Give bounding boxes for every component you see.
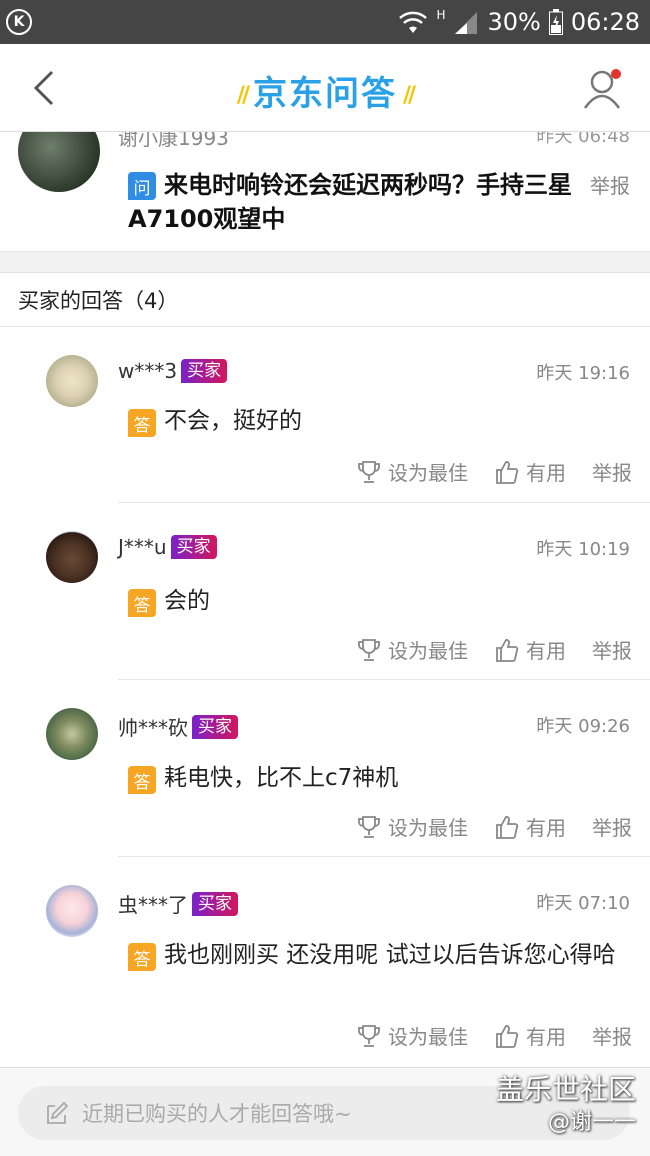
question-tag-icon: 问 xyxy=(128,172,156,200)
thumbs-up-icon xyxy=(496,1024,519,1048)
answer-user: 虫***了 买家 xyxy=(118,889,238,918)
useful-button[interactable]: 有用 xyxy=(494,457,566,486)
clock: 06:28 xyxy=(570,8,640,36)
answer-user-name: 虫***了 xyxy=(118,893,188,917)
avatar xyxy=(46,708,98,760)
buyer-badge: 买家 xyxy=(181,359,228,383)
useful-button[interactable]: 有用 xyxy=(494,635,566,664)
thumbs-up-icon xyxy=(496,638,519,662)
report-link[interactable]: 举报 xyxy=(592,457,632,486)
watermark-line1: 盖乐世社区 xyxy=(495,1073,636,1106)
answer-actions: 设为最佳 有用 举报 xyxy=(330,457,632,486)
divider xyxy=(118,679,650,680)
answer-tag-icon: 答 xyxy=(128,409,156,437)
useful-label: 有用 xyxy=(526,461,566,485)
answer-user-name: w***3 xyxy=(118,359,178,383)
answer-user: 帅***砍 买家 xyxy=(118,712,238,741)
avatar xyxy=(18,132,100,192)
answer-user-name: 帅***砍 xyxy=(118,716,188,740)
divider xyxy=(118,502,650,503)
avatar xyxy=(46,531,98,583)
buyer-badge: 买家 xyxy=(192,891,238,916)
answer-time: 昨天 07:10 xyxy=(536,893,630,914)
answer-text: 不会，挺好的 xyxy=(164,408,302,434)
thumbs-up-icon xyxy=(496,460,519,484)
logo-deco-right: // xyxy=(403,83,416,108)
answer-text: 会的 xyxy=(164,588,210,614)
useful-label: 有用 xyxy=(526,639,566,663)
answer-input-placeholder: 近期已购买的人才能回答哦~ xyxy=(82,1102,352,1126)
set-best-button[interactable]: 设为最佳 xyxy=(356,1021,468,1050)
report-link[interactable]: 举报 xyxy=(592,812,632,841)
status-right: H 30% 06:28 xyxy=(398,6,640,38)
trophy-icon xyxy=(358,638,380,661)
logo-deco-left: // xyxy=(236,83,250,108)
trophy-icon xyxy=(358,460,380,483)
app-header: //京东问答// xyxy=(0,44,650,132)
answer-text: 我也刚刚买 还没用呢 试过以后告诉您心得哈 xyxy=(164,942,616,968)
question-card: 谢小康1993 昨天 06:48 来电时响铃还会延迟两秒吗？手持三星A7100观… xyxy=(0,132,650,252)
answer-user-name: J***u xyxy=(118,535,167,559)
answer-actions: 设为最佳 有用 举报 xyxy=(330,635,632,664)
status-bar: K H 30% 06:28 xyxy=(0,0,650,44)
network-type: H xyxy=(436,8,446,22)
answer-time: 昨天 19:16 xyxy=(536,363,630,384)
battery-icon xyxy=(548,9,563,35)
set-best-label: 设为最佳 xyxy=(388,461,468,485)
useful-button[interactable]: 有用 xyxy=(494,1021,566,1050)
answer-tag-icon: 答 xyxy=(128,943,156,971)
answers-title: 买家的回答（4） xyxy=(0,273,650,327)
trophy-icon xyxy=(358,815,380,838)
answer-time: 昨天 09:26 xyxy=(536,716,630,737)
answer-time: 昨天 10:19 xyxy=(536,539,630,560)
signal-icon xyxy=(455,12,478,34)
set-best-button[interactable]: 设为最佳 xyxy=(356,812,468,841)
answer-actions: 设为最佳 有用 举报 xyxy=(330,812,632,841)
report-link[interactable]: 举报 xyxy=(590,170,630,199)
user-icon[interactable] xyxy=(580,66,628,114)
answer-user: w***3 买家 xyxy=(118,359,228,383)
wifi-icon xyxy=(399,11,428,33)
useful-button[interactable]: 有用 xyxy=(494,812,566,841)
watermark-line2: @谢一一 xyxy=(547,1110,636,1135)
answer-text: 耗电快，比不上c7神机 xyxy=(164,765,399,791)
question-text: 来电时响铃还会延迟两秒吗？手持三星A7100观望中 xyxy=(128,171,572,233)
useful-label: 有用 xyxy=(526,1025,566,1049)
page-logo: //京东问答// xyxy=(0,66,650,115)
edit-icon xyxy=(47,1101,69,1124)
buyer-badge: 买家 xyxy=(170,535,217,559)
answer-tag-icon: 答 xyxy=(128,589,156,617)
set-best-label: 设为最佳 xyxy=(388,1025,468,1049)
set-best-button[interactable]: 设为最佳 xyxy=(356,635,468,664)
useful-label: 有用 xyxy=(526,816,566,840)
answer-tag-icon: 答 xyxy=(128,766,156,794)
answer-actions: 设为最佳 有用 举报 xyxy=(330,1021,632,1050)
app-k-icon: K xyxy=(6,9,32,35)
avatar xyxy=(46,885,98,937)
divider xyxy=(118,856,650,857)
set-best-label: 设为最佳 xyxy=(388,816,468,840)
thumbs-up-icon xyxy=(496,815,519,839)
logo-text: 京东问答 xyxy=(253,74,397,114)
question-user: 谢小康1993 xyxy=(118,132,229,150)
set-best-button[interactable]: 设为最佳 xyxy=(356,457,468,486)
report-link[interactable]: 举报 xyxy=(592,1021,632,1050)
question-time: 昨天 06:48 xyxy=(536,132,630,147)
report-link[interactable]: 举报 xyxy=(592,635,632,664)
trophy-icon xyxy=(358,1024,380,1047)
answers-section: 买家的回答（4） w***3 买家 昨天 19:16 不会，挺好的 答 设为最佳… xyxy=(0,272,650,1067)
set-best-label: 设为最佳 xyxy=(388,639,468,663)
avatar xyxy=(46,355,98,407)
battery-percent: 30% xyxy=(487,8,541,36)
buyer-badge: 买家 xyxy=(192,714,238,739)
answer-user: J***u 买家 xyxy=(118,535,217,559)
